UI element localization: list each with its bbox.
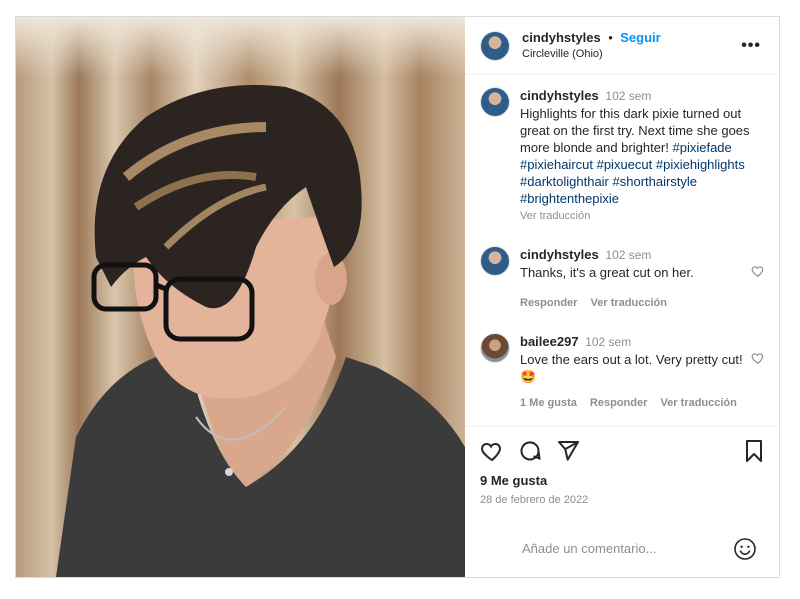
comment-body: cindyhstyles 102 sem Thanks, it's a grea… xyxy=(520,246,750,312)
post-photo[interactable] xyxy=(16,17,465,577)
reply-button[interactable]: Responder xyxy=(520,297,577,309)
header-text: cindyhstyles • Seguir Circleville (Ohio) xyxy=(522,30,661,62)
translate-link[interactable]: Ver traducción xyxy=(591,297,667,309)
comment-time: 102 sem xyxy=(585,335,632,349)
comment-text: Thanks, it's a great cut on her. xyxy=(520,265,694,280)
caption: cindyhstyles 102 sem Highlights for this… xyxy=(480,87,765,225)
comment-item: bailee297 102 sem Love the ears out a lo… xyxy=(480,333,765,412)
comments-list: cindyhstyles 102 sem Highlights for this… xyxy=(465,75,779,426)
avatar[interactable] xyxy=(480,87,510,117)
caption-body: cindyhstyles 102 sem Highlights for this… xyxy=(520,87,750,225)
caption-time: 102 sem xyxy=(605,89,652,103)
add-comment-bar: Añade un comentario... xyxy=(465,519,779,577)
post-dialog: cindyhstyles • Seguir Circleville (Ohio)… xyxy=(15,16,780,578)
emoji-icon[interactable] xyxy=(733,537,757,561)
comment-text: Love the ears out a lot. Very pretty cut… xyxy=(520,352,743,384)
comment-username[interactable]: bailee297 xyxy=(520,334,579,349)
post-actions: 9 Me gusta 28 de febrero de 2022 xyxy=(465,426,779,519)
portrait-illustration xyxy=(56,85,465,577)
comment-body: bailee297 102 sem Love the ears out a lo… xyxy=(520,333,756,412)
avatar[interactable] xyxy=(480,30,510,61)
bookmark-icon[interactable] xyxy=(743,439,765,463)
post-header: cindyhstyles • Seguir Circleville (Ohio)… xyxy=(465,17,779,75)
comment-username[interactable]: cindyhstyles xyxy=(520,247,599,262)
more-icon[interactable]: ••• xyxy=(741,37,761,55)
comment-icon[interactable] xyxy=(518,439,542,463)
post-sidebar: cindyhstyles • Seguir Circleville (Ohio)… xyxy=(465,17,779,577)
share-icon[interactable] xyxy=(556,439,580,463)
comment-input[interactable]: Añade un comentario... xyxy=(522,541,656,556)
comment-time: 102 sem xyxy=(605,248,652,262)
translate-link[interactable]: Ver traducción xyxy=(660,397,736,409)
location-link[interactable]: Circleville (Ohio) xyxy=(522,46,661,62)
like-comment-heart-icon[interactable] xyxy=(751,264,765,278)
post-date: 28 de febrero de 2022 xyxy=(480,494,589,506)
follow-button[interactable]: Seguir xyxy=(620,30,660,45)
reply-button[interactable]: Responder xyxy=(590,397,647,409)
header-username[interactable]: cindyhstyles xyxy=(522,30,601,45)
avatar[interactable] xyxy=(480,246,510,276)
avatar[interactable] xyxy=(480,333,510,363)
comment-likes[interactable]: 1 Me gusta xyxy=(520,397,577,409)
caption-username[interactable]: cindyhstyles xyxy=(520,88,599,103)
caption-translate-link[interactable]: Ver traducción xyxy=(520,210,590,222)
heart-icon[interactable] xyxy=(480,439,504,463)
separator-dot: • xyxy=(608,29,613,45)
likes-count[interactable]: 9 Me gusta xyxy=(480,473,765,488)
action-icons xyxy=(480,437,765,465)
like-comment-heart-icon[interactable] xyxy=(751,351,765,365)
comment-item: cindyhstyles 102 sem Thanks, it's a grea… xyxy=(480,246,765,312)
